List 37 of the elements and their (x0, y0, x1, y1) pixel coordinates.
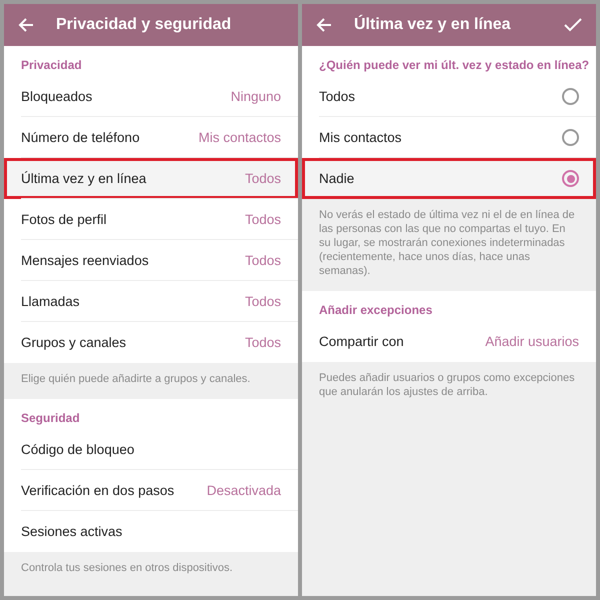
section-header: ¿Quién puede ver mi últ. vez y estado en línea? (318, 58, 590, 74)
row-label: Sesiones activas (21, 524, 122, 539)
section-header: Añadir excepciones (318, 303, 434, 319)
radio-button[interactable] (562, 88, 579, 105)
row-label: Grupos y canales (21, 335, 126, 350)
back-icon[interactable] (316, 17, 332, 33)
row-label: Compartir con (319, 334, 404, 349)
back-icon[interactable] (18, 17, 34, 33)
radio-button[interactable] (562, 129, 579, 146)
check-icon[interactable] (564, 18, 582, 32)
row-label: Todos (319, 89, 356, 104)
row-value: Desactivada (206, 483, 281, 498)
settings-row[interactable]: Última vez y en línea Todos (4, 158, 298, 199)
screen-title: Última vez y en línea (354, 16, 512, 34)
row-value: Todos (244, 212, 281, 227)
row-label: Código de bloqueo (21, 442, 134, 457)
row-value: Todos (244, 335, 281, 350)
row-label: Última vez y en línea (21, 171, 146, 186)
row-label: Nadie (319, 171, 354, 186)
section-header: Seguridad (20, 411, 81, 427)
radio-button[interactable] (562, 170, 579, 187)
row-value: Mis contactos (198, 130, 281, 145)
row-value: Ninguno (230, 89, 281, 104)
settings-row[interactable]: Nadie (302, 158, 596, 199)
row-label: Número de teléfono (21, 130, 140, 145)
row-label: Bloqueados (21, 89, 92, 104)
row-value: Todos (244, 253, 281, 268)
row-value: Todos (244, 171, 281, 186)
section-header: Privacidad (20, 58, 83, 74)
row-value: Todos (244, 294, 281, 309)
row-label: Mensajes reenviados (21, 253, 149, 268)
row-label: Mis contactos (319, 130, 402, 145)
screen-title: Privacidad y seguridad (56, 16, 232, 34)
row-label: Verificación en dos pasos (21, 483, 174, 498)
row-label: Llamadas (21, 294, 80, 309)
row-label: Fotos de perfil (21, 212, 107, 227)
row-value: Añadir usuarios (485, 334, 579, 349)
